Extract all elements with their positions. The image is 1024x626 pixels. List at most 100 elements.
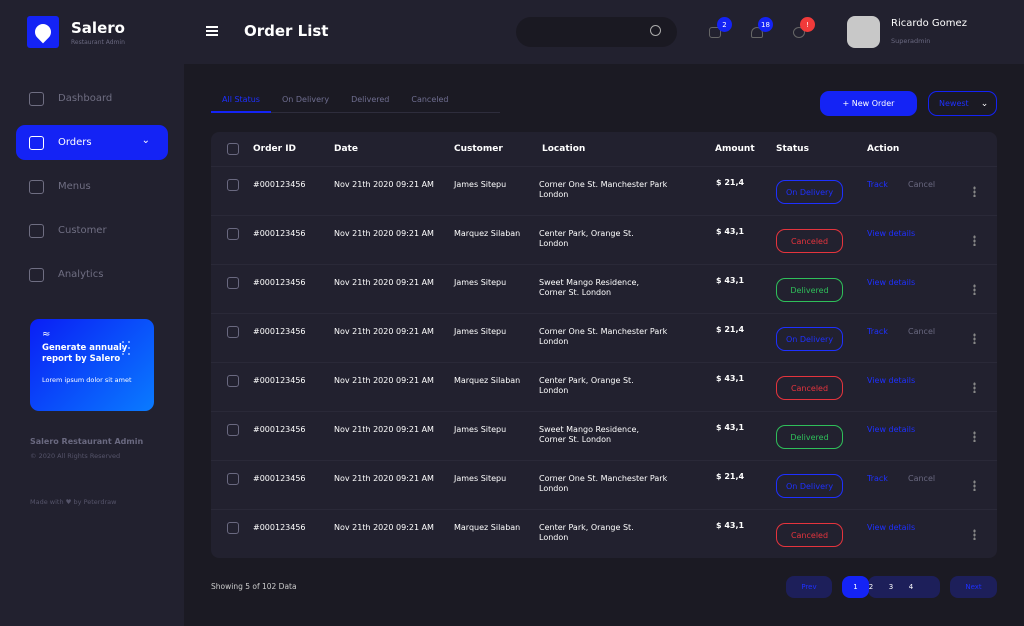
- view-details-link[interactable]: View details: [867, 376, 915, 385]
- sidebar-item-label: Menus: [58, 181, 91, 192]
- sidebar-item-customer[interactable]: Customer: [16, 213, 168, 248]
- row-checkbox[interactable]: [227, 326, 239, 338]
- order-id: #000123456: [253, 229, 306, 238]
- row-checkbox[interactable]: [227, 375, 239, 387]
- order-date: Nov 21th 2020 09:21 AM: [334, 327, 434, 336]
- track-link[interactable]: Track: [867, 474, 888, 483]
- status-badge: Canceled: [776, 523, 843, 547]
- page-4-button[interactable]: 4: [902, 576, 920, 598]
- sidebar-item-analytics[interactable]: Analytics: [16, 257, 168, 292]
- amount: $ 43,1: [716, 521, 745, 530]
- track-link[interactable]: Track: [867, 180, 888, 189]
- more-options-icon[interactable]: [973, 186, 976, 197]
- tab-all-status[interactable]: All Status: [211, 94, 271, 113]
- cancel-link[interactable]: Cancel: [908, 474, 935, 483]
- more-options-icon[interactable]: [973, 284, 976, 295]
- search-input[interactable]: [516, 17, 677, 47]
- table-row: #000123456 Nov 21th 2020 09:21 AM James Si…: [211, 166, 997, 215]
- column-header: Customer: [454, 144, 503, 154]
- new-order-button[interactable]: + New Order: [820, 91, 917, 116]
- user-name[interactable]: Ricardo Gomez: [891, 18, 967, 29]
- sort-dropdown[interactable]: Newest ⌄: [928, 91, 997, 116]
- row-checkbox[interactable]: [227, 424, 239, 436]
- location-line2: London: [539, 190, 569, 199]
- status-badge: Delivered: [776, 425, 843, 449]
- more-options-icon[interactable]: [973, 431, 976, 442]
- select-all-checkbox[interactable]: [227, 143, 239, 155]
- avatar[interactable]: [847, 16, 880, 48]
- location-line1: Center Park, Orange St.: [539, 229, 634, 238]
- logo-icon: [27, 16, 59, 48]
- view-details-link[interactable]: View details: [867, 523, 915, 532]
- location-line2: Corner St. London: [539, 435, 612, 444]
- location-line2: London: [539, 337, 569, 346]
- promo-card[interactable]: ≈ Generate annualy report by Salero Lore…: [30, 319, 154, 411]
- view-details-link[interactable]: View details: [867, 278, 915, 287]
- status-badge: On Delivery: [776, 180, 843, 204]
- showing-count: Showing 5 of 102 Data: [211, 582, 297, 591]
- sidebar-item-orders[interactable]: Orders ⌄: [16, 125, 168, 160]
- row-checkbox[interactable]: [227, 179, 239, 191]
- next-button[interactable]: Next: [950, 576, 997, 598]
- order-date: Nov 21th 2020 09:21 AM: [334, 425, 434, 434]
- search-icon[interactable]: [650, 25, 661, 36]
- row-checkbox[interactable]: [227, 228, 239, 240]
- column-header: Order ID: [253, 144, 297, 154]
- tab-delivered[interactable]: Delivered: [340, 94, 400, 113]
- view-details-link[interactable]: View details: [867, 425, 915, 434]
- messages-badge: 2: [717, 17, 732, 32]
- sidebar-item-label: Orders: [58, 137, 92, 148]
- footer-copyright: © 2020 All Rights Reserved: [30, 452, 121, 460]
- view-details-link[interactable]: View details: [867, 229, 915, 238]
- row-checkbox[interactable]: [227, 277, 239, 289]
- amount: $ 21,4: [716, 472, 745, 481]
- row-checkbox[interactable]: [227, 522, 239, 534]
- page-3-button[interactable]: 3: [882, 576, 900, 598]
- tab-on-delivery[interactable]: On Delivery: [271, 94, 340, 113]
- amount: $ 43,1: [716, 423, 745, 432]
- order-date: Nov 21th 2020 09:21 AM: [334, 376, 434, 385]
- customer-name: Marquez Silaban: [454, 523, 521, 532]
- status-badge: Canceled: [776, 376, 843, 400]
- prev-button[interactable]: Prev: [786, 576, 832, 598]
- location-line2: London: [539, 386, 569, 395]
- amount: $ 21,4: [716, 325, 745, 334]
- row-checkbox[interactable]: [227, 473, 239, 485]
- sort-value: Newest: [939, 99, 969, 108]
- customer-name: Marquez Silaban: [454, 229, 521, 238]
- chevron-down-icon: ⌄: [980, 98, 989, 109]
- more-options-icon[interactable]: [973, 382, 976, 393]
- brand-name: Salero: [71, 19, 125, 37]
- more-options-icon[interactable]: [973, 480, 976, 491]
- user-role: Superadmin: [891, 37, 931, 45]
- order-date: Nov 21th 2020 09:21 AM: [334, 278, 434, 287]
- more-options-icon[interactable]: [973, 529, 976, 540]
- track-link[interactable]: Track: [867, 327, 888, 336]
- hamburger-menu-icon[interactable]: [206, 26, 218, 36]
- more-options-icon[interactable]: [973, 333, 976, 344]
- location-line2: London: [539, 533, 569, 542]
- footer-credit: Made with ♥ by Peterdraw: [30, 498, 117, 506]
- promo-subtitle: Lorem ipsum dolor sit amet: [42, 376, 132, 384]
- table-row: #000123456 Nov 21th 2020 09:21 AM James Si…: [211, 411, 997, 460]
- sidebar-item-menus[interactable]: Menus: [16, 169, 168, 204]
- more-options-icon[interactable]: [973, 235, 976, 246]
- order-date: Nov 21th 2020 09:21 AM: [334, 229, 434, 238]
- customer-icon: [29, 223, 44, 238]
- customer-name: James Sitepu: [454, 278, 507, 287]
- tab-canceled[interactable]: Canceled: [400, 94, 459, 113]
- order-id: #000123456: [253, 180, 306, 189]
- cancel-link[interactable]: Cancel: [908, 180, 935, 189]
- table-row: #000123456 Nov 21th 2020 09:21 AM Marquez …: [211, 362, 997, 411]
- header: Order List 2 18 ! Ricardo Gomez Superadm…: [184, 0, 1024, 64]
- cancel-link[interactable]: Cancel: [908, 327, 935, 336]
- brand-subtitle: Restaurant Admin: [71, 39, 125, 46]
- location-line1: Center Park, Orange St.: [539, 376, 634, 385]
- table-row: #000123456 Nov 21th 2020 09:21 AM James Si…: [211, 460, 997, 509]
- menus-icon: [29, 179, 44, 194]
- order-date: Nov 21th 2020 09:21 AM: [334, 474, 434, 483]
- notifications-badge: 18: [758, 17, 773, 32]
- page-2-button[interactable]: 2: [862, 576, 880, 598]
- sidebar-item-dashboard[interactable]: Dashboard: [16, 81, 168, 116]
- location-line1: Center Park, Orange St.: [539, 523, 634, 532]
